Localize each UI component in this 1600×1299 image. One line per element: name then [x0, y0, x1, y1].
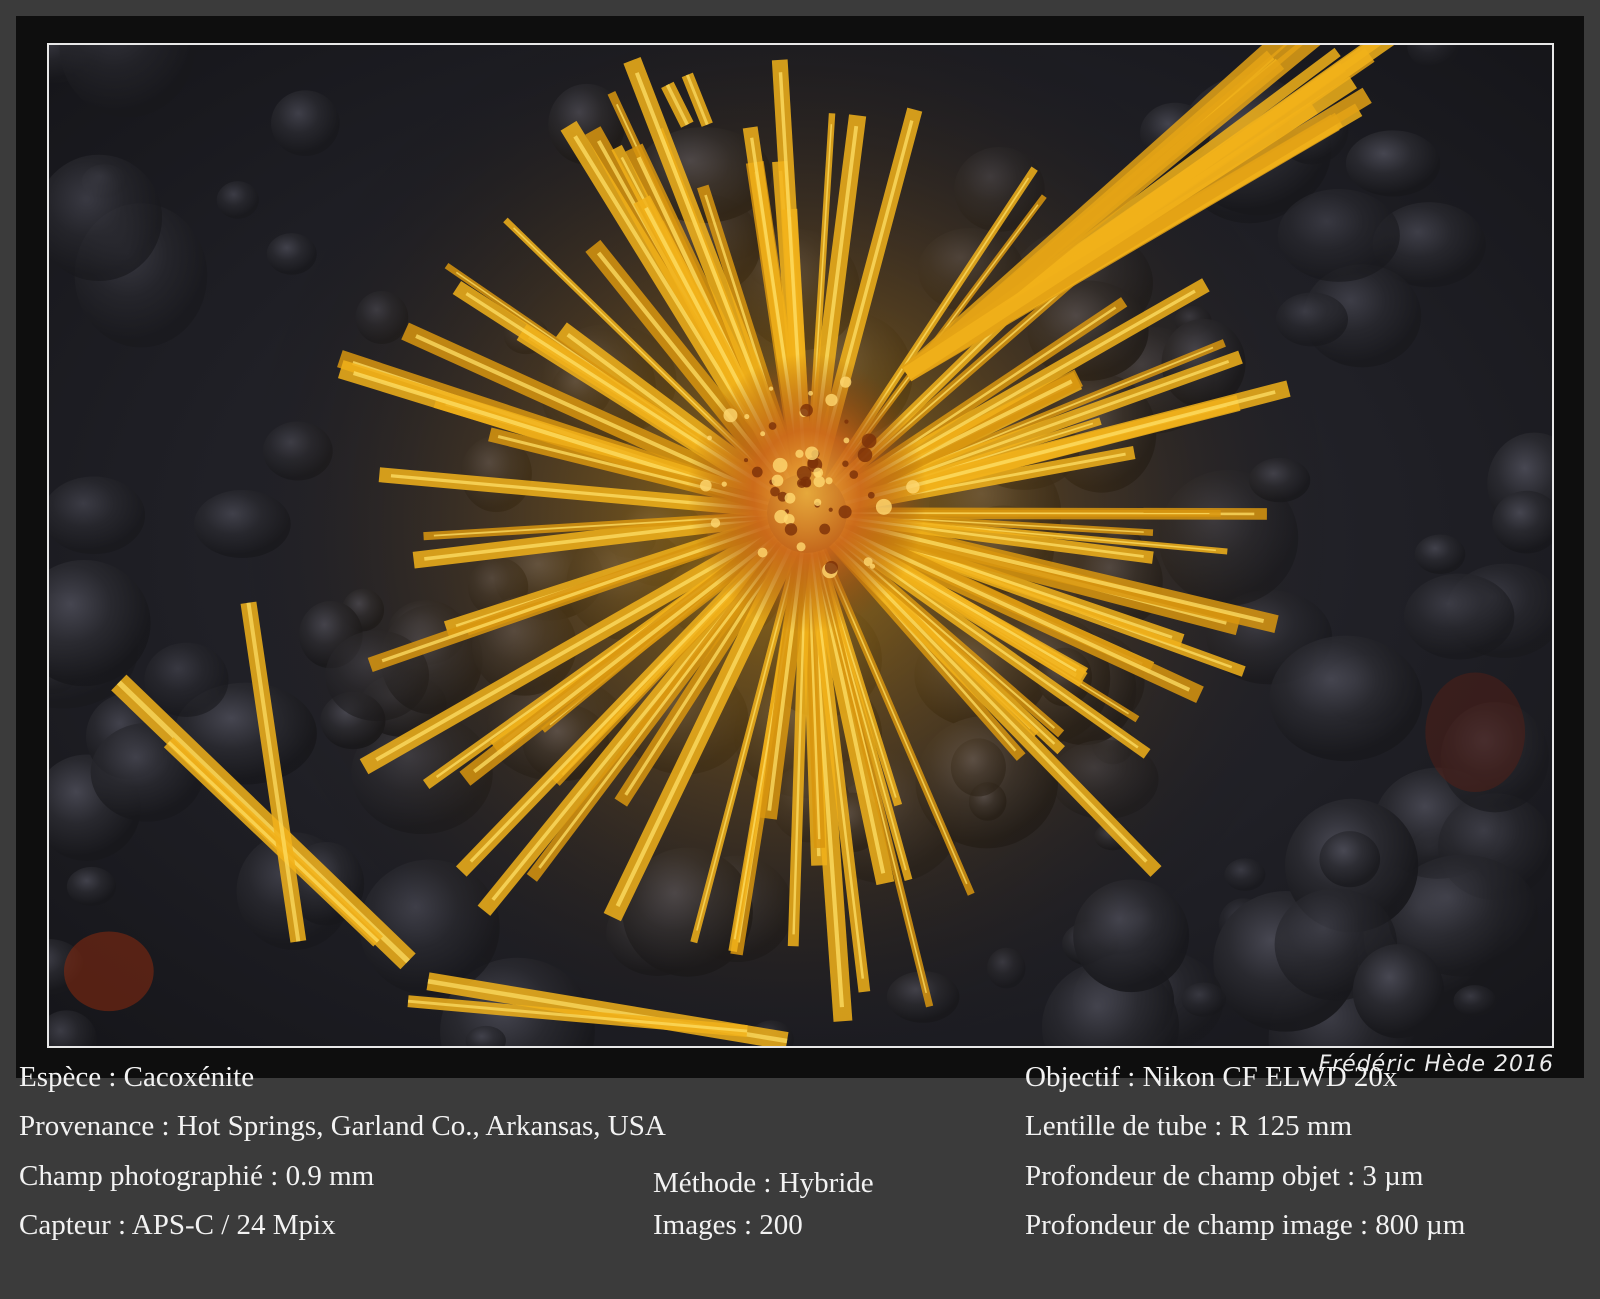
cacoxenite-crystal-image — [49, 45, 1552, 1046]
caption-lentille-de-tube: Lentille de tube : R 125 mm — [1025, 1110, 1353, 1142]
caption-images: Images : 200 — [653, 1209, 803, 1241]
caption-champ-photographi-: Champ photographié : 0.9 mm — [19, 1160, 375, 1192]
photo-card: Frédéric Hède 2016 Espèce : Cacoxénite Pr… — [0, 0, 1600, 1299]
caption-profondeur-de-champ-image: Profondeur de champ image : 800 µm — [1025, 1209, 1466, 1241]
caption-esp-ce: Espèce : Cacoxénite — [19, 1061, 255, 1093]
caption-capteur: Capteur : APS-C / 24 Mpix — [19, 1209, 336, 1241]
caption-objectif: Objectif : Nikon CF ELWD 20x — [1025, 1061, 1398, 1093]
mineral-photograph — [47, 43, 1554, 1048]
caption-provenance: Provenance : Hot Springs, Garland Co., A… — [19, 1110, 666, 1142]
caption-profondeur-de-champ-objet: Profondeur de champ objet : 3 µm — [1025, 1160, 1424, 1192]
caption-m-thode: Méthode : Hybride — [653, 1167, 874, 1199]
